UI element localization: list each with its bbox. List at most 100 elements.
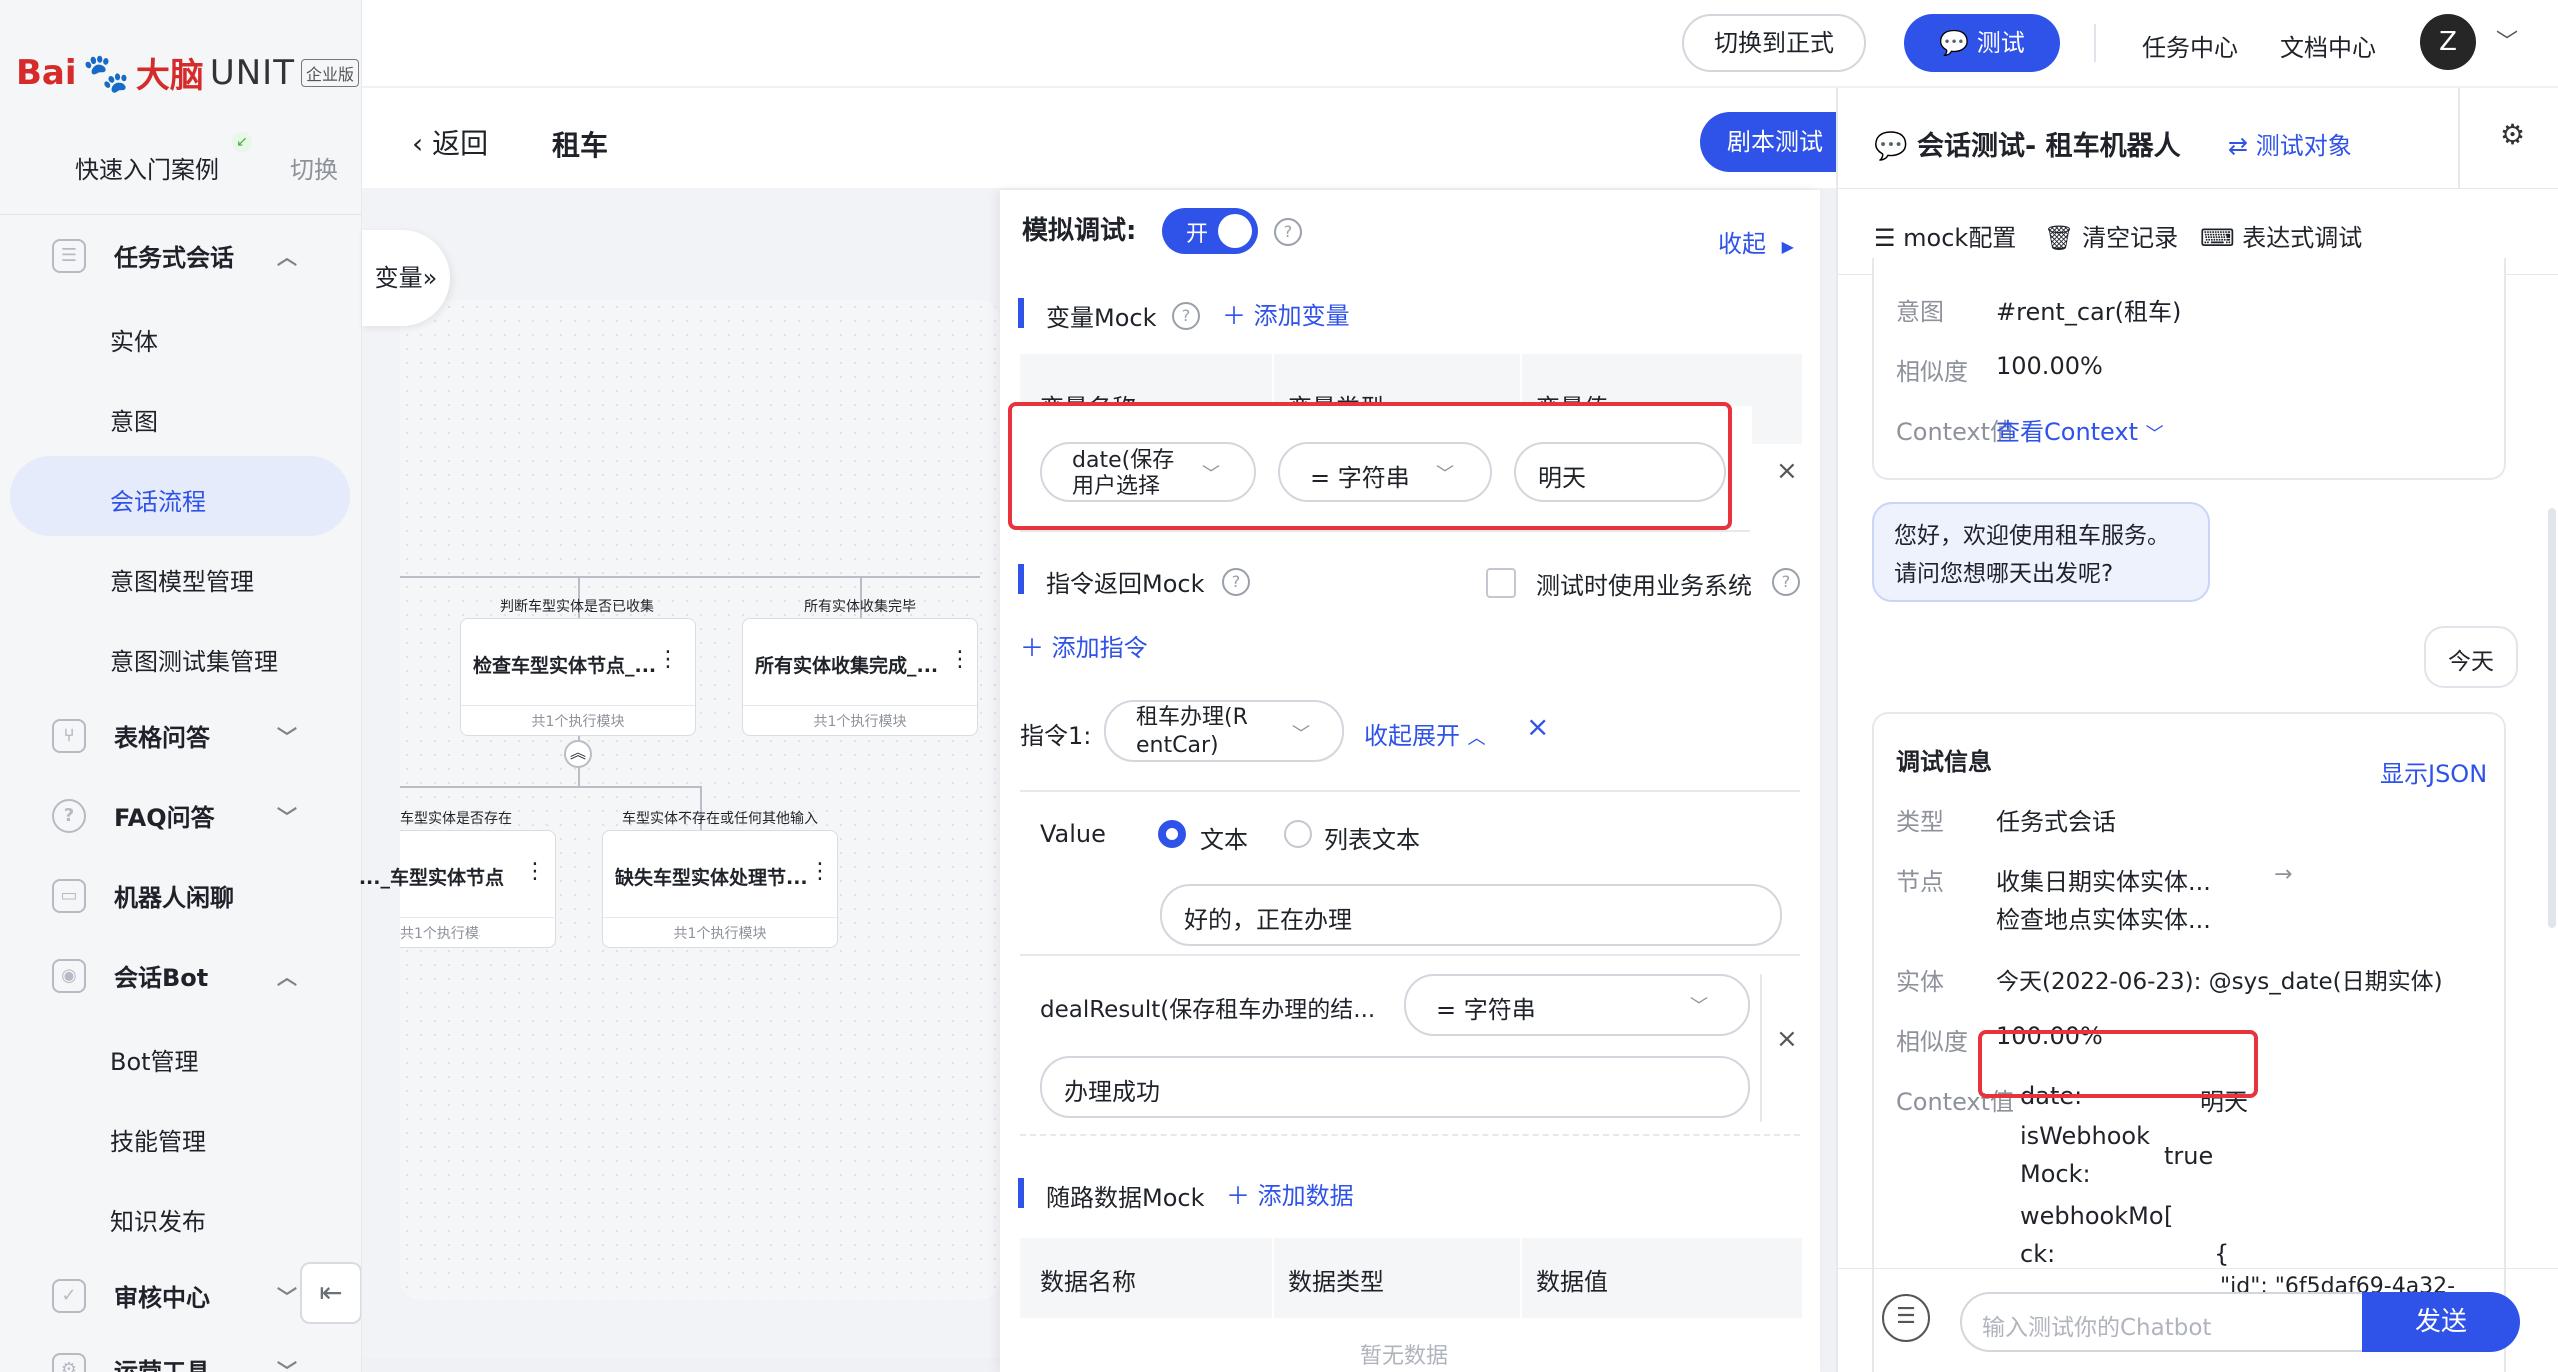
chevron-up-icon: ︿ <box>277 965 297 989</box>
column-header: 数据名称 <box>1040 1268 1136 1296</box>
swap-icon: ⇄ <box>2228 132 2249 160</box>
help-icon[interactable]: ? <box>1172 302 1200 330</box>
section-bar <box>1018 564 1024 594</box>
collapse-link[interactable]: 收起 ▶ <box>1718 224 1794 259</box>
more-vertical-icon[interactable]: ⋮ <box>524 859 546 884</box>
collapse-label: 收起 <box>1718 230 1766 258</box>
logo-baidu-text: Bai <box>16 52 77 93</box>
chat-input[interactable]: 输入测试你的Chatbot <box>1960 1292 2374 1352</box>
page-header: ‹ 返回 租车 剧本测试 <box>362 88 1850 188</box>
chevron-up-icon: ︿ <box>1467 728 1486 749</box>
add-command-button[interactable]: ＋ 添加指令 <box>1020 628 1148 663</box>
more-vertical-icon[interactable]: ⋮ <box>657 647 679 672</box>
expression-debug-button[interactable]: ⌨ 表达式调试 <box>2200 218 2362 253</box>
menu-icon[interactable]: ☰ <box>1882 1294 1930 1342</box>
radio-text-label: 文本 <box>1200 826 1248 854</box>
nav-group-ops[interactable]: ⚙ 运营工具 ﹀ <box>52 1352 352 1372</box>
info-label: 类型 <box>1896 808 1944 836</box>
flow-node[interactable]: 车型实体节点_... ⋮ 共1个执行模块 <box>359 830 556 948</box>
quick-start-link[interactable]: 快速入门案例 <box>75 150 219 185</box>
close-icon[interactable]: × <box>1776 456 1798 486</box>
send-button[interactable]: 发送 <box>2362 1292 2520 1352</box>
empty-data-text: 暂无数据 <box>1360 1344 1449 1369</box>
script-test-button[interactable]: 剧本测试 <box>1700 112 1850 172</box>
shield-icon: ✓ <box>52 1278 86 1313</box>
back-link[interactable]: ‹ 返回 <box>412 122 488 162</box>
nav-group-chitchat[interactable]: ▭ 机器人闲聊 <box>52 878 352 913</box>
chevron-down-icon: ﹀ <box>277 1285 297 1309</box>
collapse-branch-icon[interactable]: ︽ <box>564 740 592 768</box>
avatar[interactable]: Z <box>2420 14 2476 70</box>
add-variable-button[interactable]: ＋ 添加变量 <box>1222 296 1350 331</box>
nav-item-intent[interactable]: 意图 <box>110 402 158 437</box>
radio-text[interactable] <box>1158 820 1186 848</box>
use-business-checkbox[interactable] <box>1486 568 1516 598</box>
nav-item-intent-testset[interactable]: 意图测试集管理 <box>110 642 278 677</box>
nav-group-task-dialog[interactable]: ☰ 任务式会话 ︿ <box>52 238 352 273</box>
value-text-input[interactable]: 好的，正在办理 <box>1160 884 1782 946</box>
command-line1: 租车办理(R <box>1136 705 1248 730</box>
scrollbar[interactable] <box>2548 508 2556 928</box>
flow-node[interactable]: 所有实体收集完成_... ⋮ 共1个执行模块 <box>742 618 978 736</box>
cmd-mock-title: 指令返回Mock <box>1046 570 1205 598</box>
nav-item-skill-manage[interactable]: 技能管理 <box>110 1122 206 1157</box>
add-command-label: 添加指令 <box>1051 634 1148 662</box>
nav-item-intent-model[interactable]: 意图模型管理 <box>110 562 254 597</box>
deal-value-input[interactable]: 办理成功 <box>1040 1056 1750 1118</box>
mock-config-button[interactable]: ☰ mock配置 <box>1874 218 2016 253</box>
nav-group-table-qa[interactable]: ⑂ 表格问答 ﹀ <box>52 718 352 753</box>
collapse-sidebar-icon[interactable]: ⇤ <box>300 1262 361 1324</box>
task-center-link[interactable]: 任务中心 <box>2142 28 2238 63</box>
help-icon[interactable]: ? <box>1222 568 1250 596</box>
nav-item-knowledge-publish[interactable]: 知识发布 <box>110 1202 206 1237</box>
flow-node[interactable]: 检查车型实体节点_... ⋮ 共1个执行模块 <box>460 618 696 736</box>
nav-item-entity[interactable]: 实体 <box>110 322 158 357</box>
more-vertical-icon[interactable]: ⋮ <box>949 647 971 672</box>
doc-center-link[interactable]: 文档中心 <box>2280 28 2376 63</box>
flow-node[interactable]: 缺失车型实体处理节... ⋮ 共1个执行模块 <box>602 830 838 948</box>
value-text: 好的，正在办理 <box>1184 906 1352 934</box>
logo-brain-text: 大脑 <box>135 56 204 96</box>
nav-group-faq[interactable]: ? FAQ问答 ﹀ <box>52 798 352 833</box>
deal-value-text: 办理成功 <box>1064 1078 1160 1106</box>
show-json-link[interactable]: 显示JSON <box>2380 754 2487 789</box>
switch-link[interactable]: 切换 <box>290 150 338 185</box>
close-icon[interactable]: × <box>1776 1024 1798 1054</box>
deal-type-select[interactable]: = 字符串 ﹀ <box>1404 974 1750 1036</box>
chat-input-placeholder: 输入测试你的Chatbot <box>1982 1315 2212 1341</box>
nav-item-dialog-flow[interactable]: 会话流程 <box>110 482 206 517</box>
prev-debug-card: 意图 #rent_car(租车) 相似度 100.00% Context值 查看… <box>1872 258 2506 480</box>
context-value: { <box>2214 1240 2230 1268</box>
chat-test-panel: 💬 会话测试- 租车机器人 ⇄ 测试对象 ⚙ ☰ mock配置 🗑 清空记录 ⌨… <box>1836 88 2558 1372</box>
help-icon[interactable]: ? <box>1772 568 1800 596</box>
info-label: 意图 <box>1896 298 1944 326</box>
radio-list-text[interactable] <box>1284 820 1312 848</box>
command-select[interactable]: 租车办理(R entCar) ﹀ <box>1104 700 1344 762</box>
divider <box>1838 188 2558 189</box>
more-vertical-icon[interactable]: ⋮ <box>809 859 831 884</box>
test-button-label: 测试 <box>1976 29 2025 57</box>
nav-group-dialog-bot[interactable]: ◉ 会话Bot ︿ <box>52 958 352 993</box>
add-data-label: 添加数据 <box>1257 1182 1354 1210</box>
context-value: [ <box>2164 1202 2174 1230</box>
help-icon[interactable]: ? <box>1274 218 1302 246</box>
chevron-down-icon[interactable]: ﹀ <box>2496 24 2518 56</box>
switch-formal-button[interactable]: 切换到正式 <box>1682 14 1866 72</box>
nav-item-bot-manage[interactable]: Bot管理 <box>110 1042 199 1077</box>
context-key: ck: <box>2020 1240 2056 1268</box>
double-chevron-right-icon: » <box>422 264 438 292</box>
sim-debug-toggle[interactable]: 开 <box>1162 208 1258 254</box>
clear-record-button[interactable]: 🗑 清空记录 <box>2044 218 2178 253</box>
radio-list-label: 列表文本 <box>1324 826 1420 854</box>
test-target-link[interactable]: ⇄ 测试对象 <box>2228 126 2352 161</box>
settings-icon[interactable]: ⚙ <box>2500 118 2525 151</box>
add-data-button[interactable]: ＋ 添加数据 <box>1226 1176 1354 1211</box>
remove-command-icon[interactable]: × <box>1526 710 1549 743</box>
test-button[interactable]: 💬 测试 <box>1904 14 2060 72</box>
data-mock-title: 随路数据Mock <box>1046 1184 1205 1212</box>
nav-group-label: 会话Bot <box>114 964 209 992</box>
view-context-link[interactable]: 查看Context ﹀ <box>1996 412 2164 447</box>
collapse-expand-link[interactable]: 收起展开 ︿ <box>1364 716 1486 751</box>
divider <box>743 705 977 706</box>
context-key: Mock: <box>2020 1160 2091 1188</box>
